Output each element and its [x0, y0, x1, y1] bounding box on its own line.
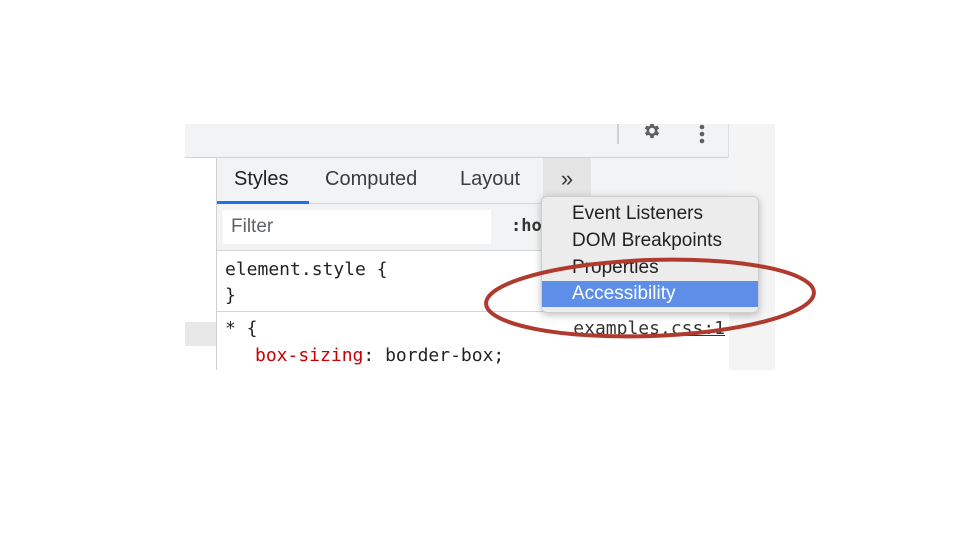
menu-item-properties[interactable]: Properties [542, 255, 758, 281]
toolbar-divider [617, 124, 619, 144]
tab-layout-label: Layout [460, 168, 521, 190]
tab-computed[interactable]: Computed [325, 158, 417, 203]
universal-selector[interactable]: * { [225, 318, 258, 339]
menu-item-dom-breakpoints[interactable]: DOM Breakpoints [542, 228, 758, 254]
menu-item-label: DOM Breakpoints [572, 230, 722, 251]
menu-item-label: Properties [572, 257, 659, 278]
filter-input[interactable] [223, 210, 491, 244]
kebab-vertical-icon[interactable] [696, 124, 708, 146]
element-style-selector[interactable]: element.style { [225, 259, 388, 280]
menu-item-accessibility[interactable]: Accessibility [542, 281, 758, 307]
more-tabs-menu: Event Listeners DOM Breakpoints Properti… [541, 196, 759, 313]
hover-state-toggle[interactable]: :ho [511, 216, 542, 236]
gear-icon[interactable] [641, 124, 663, 144]
css-declaration[interactable]: box-sizing: border-box; [255, 345, 504, 366]
menu-item-label: Event Listeners [572, 203, 703, 224]
property-name[interactable]: box-sizing [255, 345, 363, 366]
selected-node-highlight[interactable] [185, 322, 216, 346]
tab-computed-label: Computed [325, 168, 418, 190]
menu-item-event-listeners[interactable]: Event Listeners [542, 201, 758, 227]
tab-styles-label: Styles [234, 168, 289, 190]
tab-layout[interactable]: Layout [460, 158, 520, 203]
tab-styles[interactable]: Styles [234, 158, 288, 203]
double-chevron-right-icon: » [560, 166, 574, 191]
devtools-toolbar [185, 124, 728, 158]
property-separator: : [363, 345, 386, 366]
property-value[interactable]: border-box; [385, 345, 504, 366]
element-style-close: } [225, 285, 236, 306]
menu-item-label: Accessibility [572, 283, 676, 304]
source-link[interactable]: examples.css:1 [573, 318, 725, 339]
